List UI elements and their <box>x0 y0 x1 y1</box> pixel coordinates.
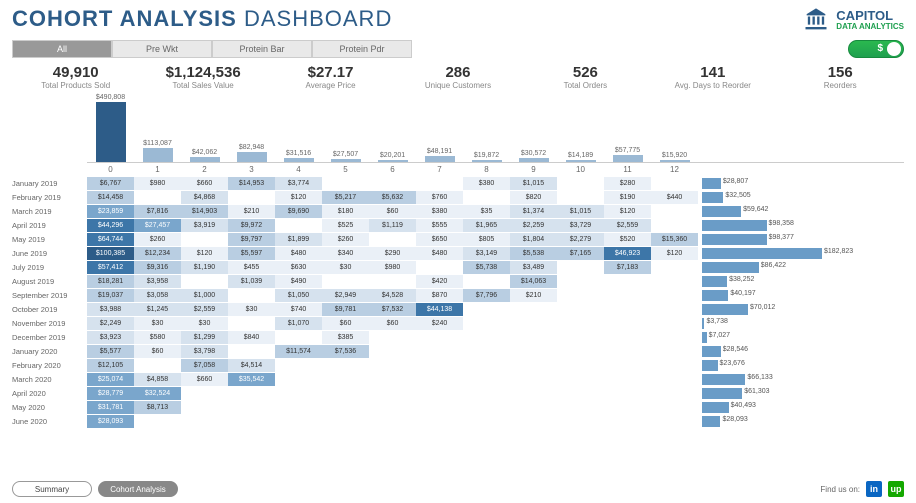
row-total-bar: $3,738 <box>702 317 832 330</box>
cohort-row: January 2020$5,577$60$3,798$11,574$7,536… <box>12 344 904 358</box>
row-total-bar: $40,493 <box>702 401 832 414</box>
bar: $19,872 <box>463 152 510 162</box>
sheet-tabs: Summary Cohort Analysis <box>12 481 178 497</box>
sheet-tab[interactable]: Summary <box>12 481 92 497</box>
bar-axis: 0123456789101112 <box>87 162 904 174</box>
bar: $82,948 <box>228 144 275 162</box>
row-total-bar: $70,012 <box>702 303 832 316</box>
cohort-row: March 2019$23,859$7,816$14,903$210$9,690… <box>12 204 904 218</box>
bar: $30,572 <box>510 150 557 162</box>
social-row: Find us on: in up <box>820 481 904 497</box>
row-total-bar: $98,377 <box>702 233 832 246</box>
filter-tab[interactable]: All <box>12 40 112 58</box>
bar: $57,775 <box>604 147 651 162</box>
cohort-row: November 2019$2,249$30$30$1,070$60$60$24… <box>12 316 904 330</box>
cohort-row: July 2019$57,412$9,316$1,190$455$630$30$… <box>12 260 904 274</box>
bar: $42,062 <box>181 149 228 162</box>
upwork-icon[interactable]: up <box>888 481 904 497</box>
row-total-bar: $32,505 <box>702 191 832 204</box>
cohort-row: June 2020$28,093$28,093 <box>12 414 904 428</box>
brand-logo: CAPITOLDATA ANALYTICS <box>802 6 904 34</box>
row-total-bar: $182,823 <box>702 247 832 260</box>
bar: $113,087 <box>134 140 181 162</box>
cohort-row: February 2020$12,105$7,058$4,514$23,676 <box>12 358 904 372</box>
kpi: 156Reorders <box>777 64 904 90</box>
cohort-row: December 2019$3,923$580$1,299$840$385$7,… <box>12 330 904 344</box>
cohort-row: March 2020$25,074$4,858$660$35,542$66,13… <box>12 372 904 386</box>
tenure-bar-chart: $490,808$113,087$42,062$82,948$31,516$27… <box>87 92 904 162</box>
currency-toggle[interactable]: $ <box>848 40 904 58</box>
sheet-tab[interactable]: Cohort Analysis <box>98 481 178 497</box>
bar: $27,507 <box>322 151 369 162</box>
row-total-bar: $7,027 <box>702 331 832 344</box>
bar: $14,189 <box>557 152 604 162</box>
filter-tab[interactable]: Pre Wkt <box>112 40 212 58</box>
row-total-bar: $86,422 <box>702 261 832 274</box>
bar: $48,191 <box>416 148 463 162</box>
cohort-row: October 2019$3,988$1,245$2,559$30$740$9,… <box>12 302 904 316</box>
filter-tabs: AllPre WktProtein BarProtein Pdr <box>12 40 412 58</box>
cohort-row: September 2019$19,037$3,058$1,000$1,050$… <box>12 288 904 302</box>
row-total-bar: $28,093 <box>702 415 832 428</box>
row-total-bar: $61,303 <box>702 387 832 400</box>
cohort-row: May 2019$64,744$260$9,797$1,899$260$650$… <box>12 232 904 246</box>
cohort-row: June 2019$100,385$12,234$120$5,597$480$3… <box>12 246 904 260</box>
kpi: 49,910Total Products Sold <box>12 64 139 90</box>
cohort-row: May 2020$31,781$8,713$40,493 <box>12 400 904 414</box>
row-total-bar: $98,358 <box>702 219 832 232</box>
bar: $15,920 <box>651 152 698 162</box>
row-total-bar: $38,252 <box>702 275 832 288</box>
kpi: $27.17Average Price <box>267 64 394 90</box>
cohort-row: February 2019$14,458$4,868$120$5,217$5,6… <box>12 190 904 204</box>
kpi: 526Total Orders <box>522 64 649 90</box>
row-total-bar: $23,676 <box>702 359 832 372</box>
cohort-grid: January 2019$6,767$980$660$14,953$3,774$… <box>12 176 904 428</box>
row-total-bar: $28,546 <box>702 345 832 358</box>
cohort-row: January 2019$6,767$980$660$14,953$3,774$… <box>12 176 904 190</box>
filter-tab[interactable]: Protein Bar <box>212 40 312 58</box>
kpi: 286Unique Customers <box>394 64 521 90</box>
bar: $31,516 <box>275 150 322 162</box>
row-total-bar: $28,807 <box>702 177 832 190</box>
kpi: $1,124,536Total Sales Value <box>139 64 266 90</box>
bar: $20,201 <box>369 152 416 162</box>
cohort-row: August 2019$18,281$3,958$1,039$490$420$1… <box>12 274 904 288</box>
kpi: 141Avg. Days to Reorder <box>649 64 776 90</box>
cohort-row: April 2019$44,296$27,457$3,919$9,972$525… <box>12 218 904 232</box>
row-total-bar: $66,133 <box>702 373 832 386</box>
page-title: COHORT ANALYSIS DASHBOARD <box>12 6 392 32</box>
kpi-row: 49,910Total Products Sold$1,124,536Total… <box>12 64 904 90</box>
cohort-row: April 2020$28,779$32,524$61,303 <box>12 386 904 400</box>
row-total-bar: $40,197 <box>702 289 832 302</box>
row-total-bar: $59,642 <box>702 205 832 218</box>
bar: $490,808 <box>87 94 134 162</box>
filter-tab[interactable]: Protein Pdr <box>312 40 412 58</box>
linkedin-icon[interactable]: in <box>866 481 882 497</box>
